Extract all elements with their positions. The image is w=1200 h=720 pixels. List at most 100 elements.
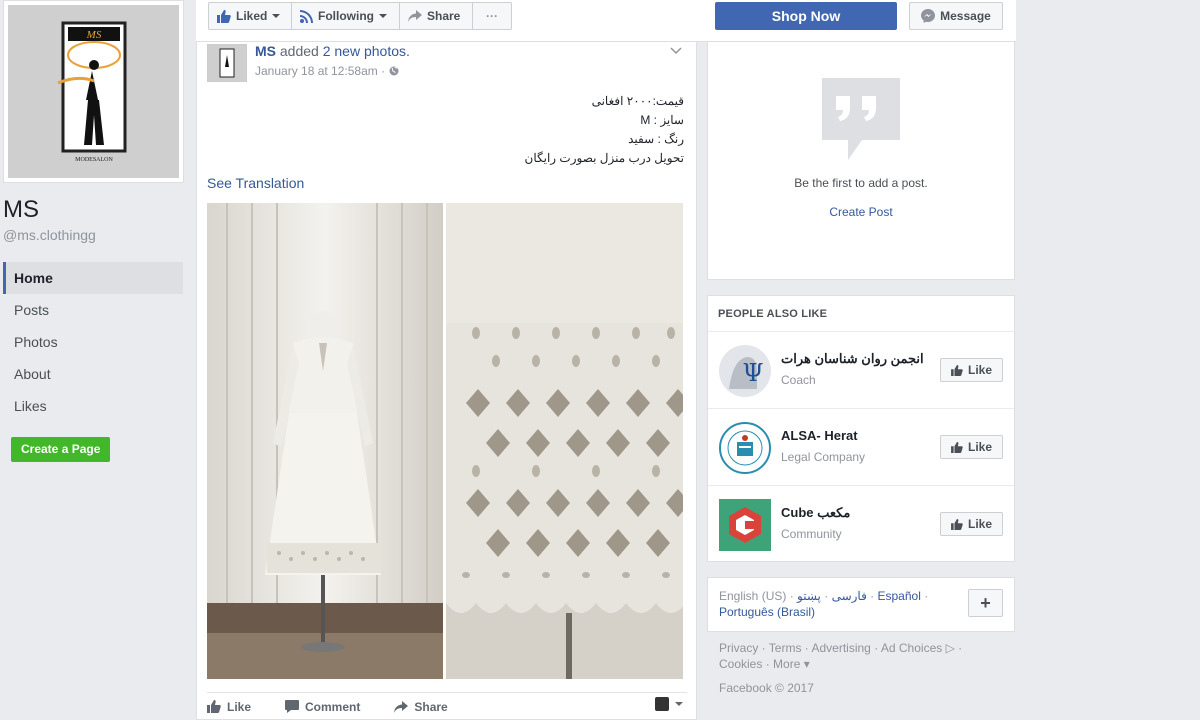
- logo-thumbnail: [208, 45, 246, 81]
- like-label: Like: [967, 517, 992, 531]
- more-languages-button[interactable]: +: [968, 589, 1003, 617]
- post-photo-dress[interactable]: [207, 203, 443, 679]
- globe-icon: [389, 66, 399, 76]
- like-page-button[interactable]: Like: [940, 435, 1003, 459]
- language-link-portuguese[interactable]: Português (Brasil): [719, 605, 815, 619]
- thumbs-up-icon: [217, 9, 231, 23]
- suggested-page-category: Legal Company: [781, 450, 866, 464]
- post-photo-detail[interactable]: [446, 203, 683, 679]
- people-also-like-title: PEOPLE ALSO LIKE: [708, 296, 1014, 332]
- dress-logo-illustration: MODESALON MS: [8, 5, 179, 178]
- share-label: Share: [414, 699, 448, 714]
- caret-down-icon: ▾: [803, 657, 810, 671]
- svg-text:MODESALON: MODESALON: [75, 157, 113, 163]
- more-options-button[interactable]: ···: [472, 2, 512, 30]
- separator: ·: [866, 589, 878, 603]
- see-translation-link[interactable]: See Translation: [207, 175, 304, 191]
- svg-text:Ψ: Ψ: [742, 359, 763, 387]
- shop-now-button[interactable]: Shop Now: [715, 2, 897, 30]
- right-gutter: [1016, 0, 1200, 720]
- post-like-button[interactable]: Like: [207, 700, 251, 714]
- nav-item-likes[interactable]: Likes: [3, 390, 183, 422]
- thumbs-up-icon: [207, 700, 221, 713]
- footer-advertising-link[interactable]: Advertising: [811, 641, 870, 655]
- post-text-line: رنگ : سفید: [628, 132, 684, 146]
- empty-posts-card: Be the first to add a post. Create Post: [707, 42, 1015, 280]
- nav-item-posts[interactable]: Posts: [3, 294, 183, 326]
- post-time-text[interactable]: January 18 at 12:58am ·: [255, 64, 385, 78]
- footer-cookies-link[interactable]: Cookies: [719, 657, 762, 671]
- people-also-like-card: PEOPLE ALSO LIKE Ψ انجمن روان شناسان هرا…: [707, 295, 1015, 562]
- suggested-page-avatar[interactable]: [719, 499, 771, 551]
- post-text-line: قیمت:۲۰۰۰ افغانی: [591, 94, 684, 108]
- post-comment-button[interactable]: Comment: [285, 700, 360, 714]
- post-audience-selector[interactable]: [655, 697, 683, 711]
- page-avatar-icon: [655, 697, 669, 711]
- post-photos-link[interactable]: 2 new photos.: [323, 43, 410, 59]
- rss-icon: [300, 9, 313, 23]
- separator: ·: [786, 589, 798, 603]
- messenger-icon: [921, 9, 936, 23]
- ellipsis-icon: ···: [486, 9, 498, 23]
- like-page-button[interactable]: Like: [940, 358, 1003, 382]
- comment-label: Comment: [305, 699, 361, 714]
- language-link-pashto[interactable]: پښتو: [797, 589, 821, 603]
- language-link-farsi[interactable]: فارسی: [832, 589, 867, 603]
- suggested-page-name[interactable]: انجمن روان شناسان هرات: [781, 351, 924, 367]
- page-handle[interactable]: @ms.clothingg: [3, 227, 96, 243]
- footer-terms-link[interactable]: Terms: [769, 641, 802, 655]
- thumbs-up-icon: [951, 441, 963, 453]
- following-label: Following: [318, 9, 374, 23]
- post-author-avatar[interactable]: [207, 44, 247, 82]
- post-share-button[interactable]: Share: [394, 699, 448, 714]
- language-link-spanish[interactable]: Español: [878, 589, 921, 603]
- footer-privacy-link[interactable]: Privacy: [719, 641, 758, 655]
- left-nav: Home Posts Photos About Likes: [3, 262, 183, 422]
- message-button[interactable]: Message: [909, 2, 1003, 30]
- copyright-text: Facebook © 2017: [719, 681, 814, 695]
- nav-item-about[interactable]: About: [3, 358, 183, 390]
- quote-icon: [822, 78, 900, 160]
- suggested-page-avatar[interactable]: Ψ: [719, 345, 771, 397]
- nav-item-home[interactable]: Home: [3, 262, 183, 294]
- language-list: English (US) · فارسی · پښتو · Español · …: [719, 588, 949, 620]
- like-page-button[interactable]: Like: [940, 512, 1003, 536]
- suggested-page-name[interactable]: ALSA- Herat: [781, 428, 858, 443]
- footer-more-link[interactable]: More: [773, 657, 800, 671]
- chevron-down-icon: [272, 14, 281, 18]
- suggested-page: Cube مکعب Community Like: [708, 486, 1014, 563]
- suggested-page-name[interactable]: Cube مکعب: [781, 505, 850, 521]
- nav-item-photos[interactable]: Photos: [3, 326, 183, 358]
- thumbs-up-icon: [951, 364, 963, 376]
- share-arrow-icon: [394, 700, 409, 713]
- like-label: Like: [967, 440, 992, 454]
- suggested-page-category: Community: [781, 527, 842, 541]
- post-text: قیمت:۲۰۰۰ افغانی سایز : M رنگ : سفید تحو…: [384, 92, 684, 168]
- chevron-down-icon: [675, 702, 683, 706]
- share-page-button[interactable]: Share: [399, 2, 473, 30]
- dress-photo-illustration: [207, 203, 443, 679]
- liked-button[interactable]: Liked: [208, 2, 292, 30]
- post-options-chevron-icon[interactable]: [670, 44, 682, 58]
- suggested-page-category: Coach: [781, 373, 816, 387]
- suggested-page: Ψ انجمن روان شناسان هرات Coach Like: [708, 332, 1014, 409]
- separator: ·: [820, 589, 832, 603]
- create-post-link[interactable]: Create Post: [708, 205, 1014, 219]
- liked-label: Liked: [236, 9, 268, 23]
- post-author-link[interactable]: MS: [255, 43, 276, 59]
- language-card: English (US) · فارسی · پښتو · Español · …: [707, 577, 1015, 632]
- separator: ·: [920, 589, 929, 603]
- fabric-detail-illustration: [446, 203, 683, 679]
- footer-ad-choices-link[interactable]: Ad Choices: [881, 641, 942, 655]
- create-page-button[interactable]: Create a Page: [11, 437, 111, 462]
- following-button[interactable]: Following: [291, 2, 400, 30]
- like-label: Like: [967, 363, 992, 377]
- suggested-page-avatar[interactable]: [719, 422, 771, 474]
- page-name[interactable]: MS: [3, 196, 39, 224]
- post-action-text: added: [279, 43, 319, 59]
- message-label: Message: [940, 9, 991, 23]
- share-label: Share: [427, 9, 461, 23]
- page-profile-picture[interactable]: MODESALON MS: [3, 0, 184, 183]
- post-text-line: تحویل درب منزل بصورت رایگان: [524, 151, 684, 165]
- thumbs-up-icon: [951, 518, 963, 530]
